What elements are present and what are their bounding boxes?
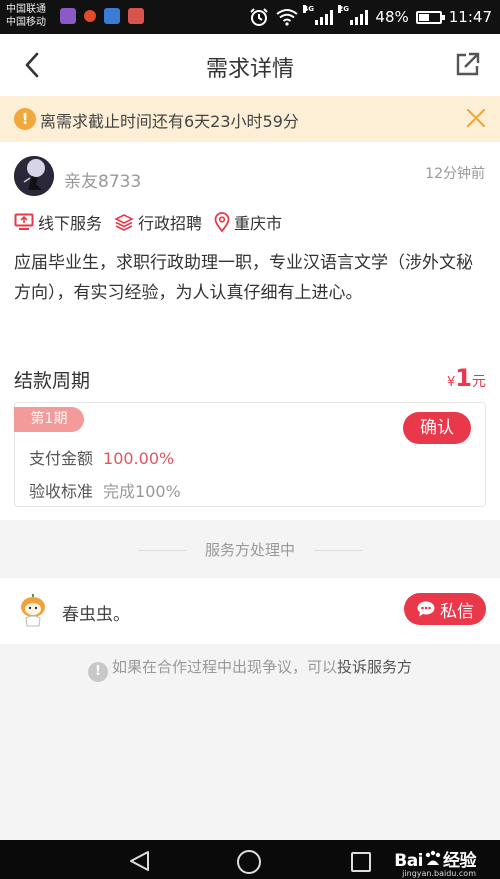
payment-section-title: 结款周期 bbox=[14, 370, 91, 392]
layers-icon bbox=[114, 214, 134, 231]
share-button[interactable] bbox=[454, 50, 482, 78]
service-status-text: 服务方处理中 bbox=[204, 541, 295, 559]
provider-name[interactable]: 春虫虫。 bbox=[62, 600, 130, 625]
pay-amount-label: 支付金额 bbox=[29, 449, 94, 468]
baidu-paw-icon bbox=[425, 850, 441, 865]
wifi-icon bbox=[276, 9, 299, 26]
weibo-notification-icon bbox=[84, 10, 96, 22]
signal-4g-icon: 4G bbox=[303, 5, 334, 25]
dispute-notice: ! 如果在合作过程中出现争议，可以投诉服务方 bbox=[0, 656, 500, 682]
nav-recent-apps-icon[interactable] bbox=[350, 851, 372, 873]
app-notification-icon bbox=[104, 8, 120, 24]
message-label: 私信 bbox=[440, 601, 474, 622]
app-notification-icon bbox=[128, 8, 144, 24]
watermark-url: jingyan.baidu.com bbox=[402, 869, 476, 878]
acceptance-label: 验收标准 bbox=[29, 482, 94, 501]
network-type-1: 4G bbox=[303, 5, 315, 13]
demand-card: 亲友8733 12分钟前 线下服务 行政招聘 重庆市 应届毕业生，求职行政助理一… bbox=[0, 142, 500, 520]
tag-label: 重庆市 bbox=[234, 214, 283, 233]
period-badge: 第1期 bbox=[14, 407, 84, 432]
pay-amount-row: 支付金额 100.00% bbox=[29, 445, 174, 469]
deadline-text: 离需求截止时间还有6天23小时59分 bbox=[40, 112, 299, 131]
acceptance-row: 验收标准 完成100% bbox=[29, 478, 181, 502]
app-header: 需求详情 bbox=[0, 34, 500, 96]
watermark-text-2: 经验 bbox=[443, 851, 477, 871]
warning-icon: ! bbox=[14, 108, 36, 130]
acceptance-value: 完成100% bbox=[103, 482, 181, 501]
post-time: 12分钟前 bbox=[425, 166, 485, 182]
clock: 11:47 bbox=[448, 8, 492, 26]
divider bbox=[314, 550, 362, 551]
share-icon bbox=[456, 52, 480, 76]
status-bar: 中国联通 中国移动 4G 2G 48% 11:47 bbox=[0, 0, 500, 34]
tag-offline-service: 线下服务 bbox=[14, 210, 102, 234]
chat-bubble-icon bbox=[417, 601, 435, 617]
battery-icon bbox=[415, 10, 445, 24]
tag-label: 行政招聘 bbox=[138, 214, 203, 233]
nav-back-icon[interactable] bbox=[128, 850, 152, 872]
user-avatar[interactable] bbox=[14, 156, 54, 196]
dispute-text: 如果在合作过程中出现争议，可以 bbox=[111, 658, 337, 676]
avatar-image bbox=[21, 594, 45, 627]
tag-label: 线下服务 bbox=[38, 214, 103, 233]
monitor-icon bbox=[14, 213, 34, 230]
divider bbox=[138, 550, 186, 551]
battery-percent: 48% bbox=[375, 8, 409, 26]
price: ¥1元 bbox=[447, 364, 486, 392]
location-pin-icon bbox=[214, 212, 230, 232]
carrier-2: 中国移动 bbox=[6, 17, 46, 28]
username[interactable]: 亲友8733 bbox=[64, 167, 141, 192]
info-icon: ! bbox=[87, 662, 108, 682]
provider-row: 春虫虫。 私信 bbox=[0, 578, 500, 644]
nav-home-icon[interactable] bbox=[236, 849, 262, 875]
signal-2g-icon: 2G bbox=[338, 5, 369, 25]
close-icon bbox=[466, 108, 486, 128]
private-message-button[interactable]: 私信 bbox=[404, 593, 486, 625]
carrier-info: 中国联通 中国移动 bbox=[6, 3, 46, 29]
provider-avatar[interactable] bbox=[16, 594, 50, 628]
watermark-text: Bai bbox=[394, 851, 423, 871]
notification-icons bbox=[60, 8, 144, 24]
price-unit: 元 bbox=[472, 374, 486, 390]
pay-amount-value: 100.00% bbox=[103, 449, 175, 468]
service-status: 服务方处理中 bbox=[0, 540, 500, 560]
deadline-notice: ! 离需求截止时间还有6天23小时59分 bbox=[0, 96, 500, 142]
complaint-link[interactable]: 投诉服务方 bbox=[337, 658, 412, 676]
system-nav-bar: Bai 经验 jingyan.baidu.com bbox=[0, 840, 500, 879]
alarm-icon bbox=[250, 8, 269, 26]
tag-category: 行政招聘 bbox=[114, 210, 202, 234]
notice-close-button[interactable] bbox=[464, 106, 488, 130]
baidu-jingyan-watermark: Bai 经验 jingyan.baidu.com bbox=[394, 846, 477, 878]
page-title: 需求详情 bbox=[205, 57, 294, 82]
payment-period-box: 第1期 确认 支付金额 100.00% 验收标准 完成100% bbox=[14, 402, 486, 507]
network-type-2: 2G bbox=[338, 5, 350, 13]
status-right: 4G 2G 48% 11:47 bbox=[249, 5, 492, 27]
demand-description: 应届毕业生，求职行政助理一职，专业汉语言文学（涉外文秘方向），有实习经验，为人认… bbox=[14, 253, 473, 303]
confirm-button[interactable]: 确认 bbox=[403, 412, 471, 444]
tag-location: 重庆市 bbox=[214, 210, 282, 234]
avatar-image bbox=[14, 156, 54, 196]
tag-list: 线下服务 行政招聘 重庆市 bbox=[14, 210, 294, 234]
price-amount: 1 bbox=[455, 364, 472, 392]
carrier-1: 中国联通 bbox=[6, 4, 46, 15]
app-notification-icon bbox=[60, 8, 76, 24]
